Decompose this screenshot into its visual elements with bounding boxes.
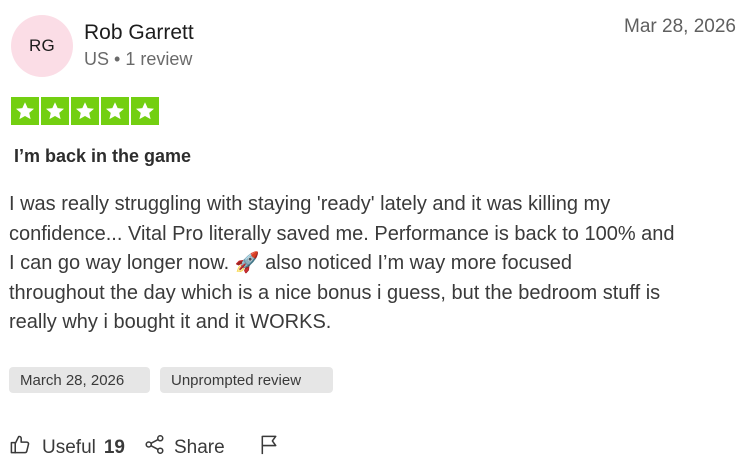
star-icon <box>41 97 69 125</box>
share-button[interactable]: Share <box>143 433 225 462</box>
reviewer-meta: US • 1 review <box>84 49 192 70</box>
share-label: Share <box>174 436 225 458</box>
star-icon <box>11 97 39 125</box>
review-actions: Useful 19 Share <box>9 433 281 462</box>
star-rating <box>11 97 159 125</box>
date-of-experience-tag: March 28, 2026 <box>9 367 150 393</box>
reviewer-review-count: 1 review <box>125 49 193 69</box>
unprompted-review-tag[interactable]: Unprompted review <box>160 367 333 393</box>
useful-button[interactable]: Useful 19 <box>9 433 125 462</box>
star-icon <box>131 97 159 125</box>
avatar: RG <box>11 15 73 77</box>
reviewer-name[interactable]: Rob Garrett <box>84 21 194 45</box>
report-button[interactable] <box>258 433 281 462</box>
share-icon <box>143 433 166 462</box>
review-body: I was really struggling with staying 're… <box>9 193 675 333</box>
review-date: Mar 28, 2026 <box>624 16 736 37</box>
flag-icon <box>258 433 281 462</box>
useful-label: Useful <box>42 436 96 458</box>
review-title: I’m back in the game <box>14 146 192 166</box>
star-icon <box>101 97 129 125</box>
reviewer-country: US <box>84 49 110 69</box>
thumbs-up-icon <box>9 433 32 462</box>
star-icon <box>71 97 99 125</box>
meta-separator: • <box>114 49 121 69</box>
useful-count: 19 <box>103 436 125 458</box>
